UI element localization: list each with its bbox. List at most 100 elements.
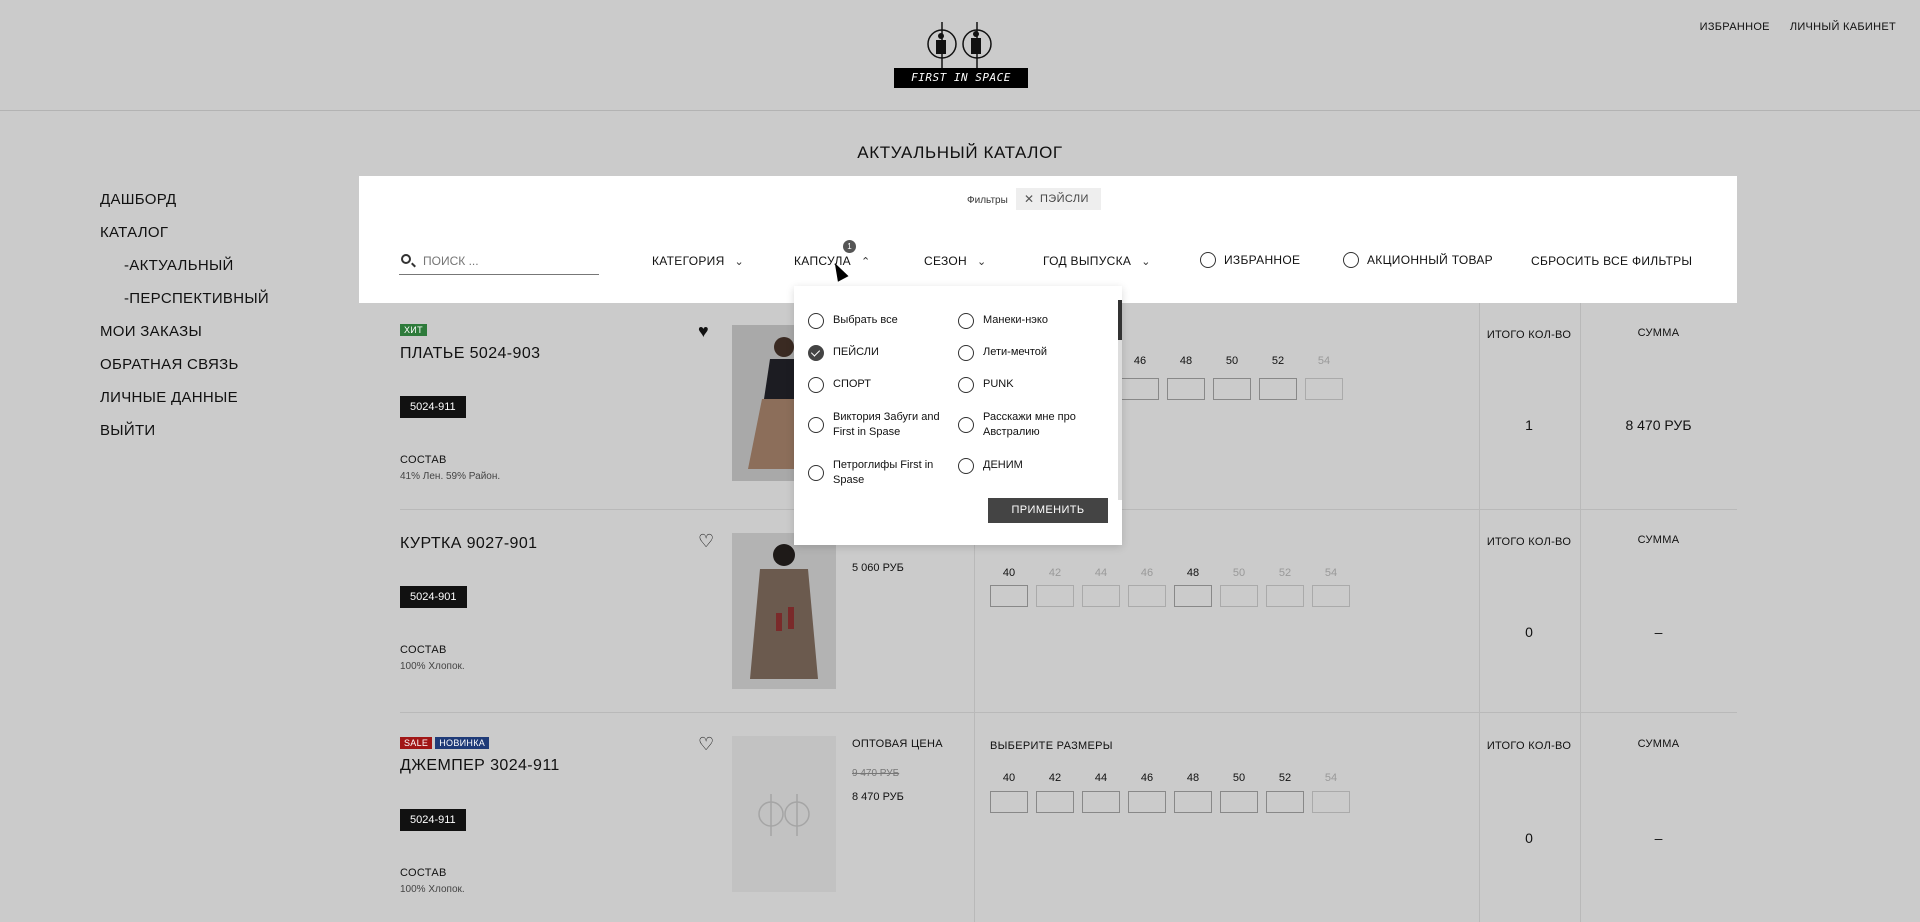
logo-placeholder-icon: [758, 794, 810, 836]
promo-toggle[interactable]: АКЦИОННЫЙ ТОВАР: [1343, 252, 1493, 268]
option-radio[interactable]: [958, 345, 974, 361]
category-dropdown[interactable]: КАТЕГОРИЯ ⌄: [652, 254, 744, 268]
capsule-option[interactable]: Виктория Забуги and First in Spase: [808, 410, 948, 440]
size-qty-input: [1312, 791, 1350, 813]
chevron-down-icon: ⌄: [977, 255, 987, 268]
composition-label: СОСТАВ: [400, 454, 447, 466]
sidebar-item-orders[interactable]: МОИ ЗАКАЗЫ: [100, 322, 269, 355]
option-label: Виктория Забуги and First in Spase: [833, 411, 940, 438]
size-qty-input[interactable]: [990, 791, 1028, 813]
size-qty-input: [1082, 585, 1120, 607]
capsule-options-popup: Выбрать все ПЕЙСЛИ СПОРТ Виктория Забуги…: [794, 286, 1122, 545]
size-qty-input[interactable]: [1121, 378, 1159, 400]
size-qty-input[interactable]: [1266, 791, 1304, 813]
season-label: СЕЗОН: [924, 254, 968, 268]
total-qty-value: 0: [1525, 624, 1533, 640]
size-qty-input[interactable]: [1174, 791, 1212, 813]
favorite-heart-outline-icon[interactable]: ♡: [698, 734, 714, 755]
product-name[interactable]: ПЛАТЬЕ 5024-903: [400, 345, 540, 363]
sidebar-item-dashboard[interactable]: ДАШБОРД: [100, 190, 269, 223]
sum-label: СУММА: [1637, 534, 1680, 546]
size-qty-input[interactable]: [1174, 585, 1212, 607]
search-input[interactable]: [421, 249, 591, 273]
wholesale-label: ОПТОВАЯ ЦЕНА: [852, 738, 943, 750]
capsule-option[interactable]: PUNK: [958, 377, 1098, 393]
sidebar-item-personal-data[interactable]: ЛИЧНЫЕ ДАННЫЕ: [100, 388, 269, 421]
option-radio[interactable]: [808, 313, 824, 329]
size-qty-input[interactable]: [1259, 378, 1297, 400]
favorite-heart-outline-icon[interactable]: ♡: [698, 531, 714, 552]
favorites-link[interactable]: ИЗБРАННОЕ: [1700, 21, 1770, 33]
size-qty-input: [1128, 585, 1166, 607]
size-label: 40: [1002, 772, 1016, 784]
chevron-down-icon: ⌄: [734, 255, 745, 268]
sidebar-item-feedback[interactable]: ОБРАТНАЯ СВЯЗЬ: [100, 355, 269, 388]
sidebar-item-actual[interactable]: -АКТУАЛЬНЫЙ: [100, 256, 269, 289]
size-label: 50: [1232, 567, 1246, 579]
capsule-option[interactable]: Манеки-нэко: [958, 313, 1098, 329]
option-radio[interactable]: [958, 458, 974, 474]
option-radio[interactable]: [958, 417, 974, 433]
sidebar-item-logout[interactable]: ВЫЙТИ: [100, 421, 269, 454]
capsule-option[interactable]: ПЕЙСЛИ: [808, 345, 948, 361]
total-qty-value: 0: [1525, 830, 1533, 846]
favorite-heart-filled-icon[interactable]: ♥: [698, 321, 709, 342]
size-qty-input[interactable]: [1128, 791, 1166, 813]
reset-filters-button[interactable]: СБРОСИТЬ ВСЕ ФИЛЬТРЫ: [1531, 254, 1692, 268]
product-tags: ХИТ: [400, 324, 427, 336]
option-radio[interactable]: [808, 465, 824, 481]
product-name[interactable]: КУРТКА 9027-901: [400, 535, 537, 553]
apply-button[interactable]: ПРИМЕНИТЬ: [988, 498, 1108, 523]
choose-sizes-label: ВЫБЕРИТЕ РАЗМЕРЫ: [990, 740, 1113, 752]
year-dropdown[interactable]: ГОД ВЫПУСКА ⌄: [1043, 254, 1151, 268]
brand-logo[interactable]: FIRST IN SPACE: [894, 18, 1028, 88]
composition-value: 100% Хлопок.: [400, 884, 465, 895]
size-label: 40: [1002, 567, 1016, 579]
article-badge: 5024-901: [400, 586, 467, 608]
capsule-option[interactable]: Петроглифы First in Spase: [808, 458, 948, 488]
scrollbar-thumb[interactable]: [1118, 300, 1122, 340]
size-qty-input: [1312, 585, 1350, 607]
active-filter-label: ПЭЙСЛИ: [1040, 193, 1089, 205]
jacket-photo-icon: [732, 533, 836, 689]
capsule-option[interactable]: Расскажи мне про Австралию: [958, 410, 1098, 440]
chevron-up-icon: ⌃: [860, 255, 871, 268]
product-photo[interactable]: [732, 533, 836, 689]
size-label: 52: [1278, 567, 1292, 579]
old-price: 9 470 РУБ: [852, 768, 900, 779]
column-divider: [974, 713, 975, 922]
option-radio[interactable]: [808, 417, 824, 433]
logo-figures-icon: [927, 22, 992, 68]
sidebar-item-perspective[interactable]: -ПЕРСПЕКТИВНЫЙ: [100, 289, 269, 322]
size-qty-input[interactable]: [1220, 791, 1258, 813]
season-dropdown[interactable]: СЕЗОН ⌄: [924, 254, 987, 268]
size-qty-input[interactable]: [1167, 378, 1205, 400]
size-qty-input[interactable]: [990, 585, 1028, 607]
option-label: Манеки-нэко: [983, 314, 1048, 326]
active-filter-chip[interactable]: ✕ ПЭЙСЛИ: [1016, 188, 1101, 210]
favorites-radio[interactable]: [1200, 252, 1216, 268]
capsule-option[interactable]: Лети-мечтой: [958, 345, 1098, 361]
search-field[interactable]: [399, 249, 599, 275]
product-name[interactable]: ДЖЕМПЕР 3024-911: [400, 757, 560, 775]
account-link[interactable]: ЛИЧНЫЙ КАБИНЕТ: [1790, 21, 1896, 33]
favorites-toggle[interactable]: ИЗБРАННОЕ: [1200, 252, 1300, 268]
option-radio[interactable]: [958, 313, 974, 329]
capsule-option[interactable]: СПОРТ: [808, 377, 948, 393]
size-qty-input[interactable]: [1213, 378, 1251, 400]
sidebar-item-catalog[interactable]: КАТАЛОГ: [100, 223, 269, 256]
option-radio-checked[interactable]: [808, 345, 824, 361]
promo-radio[interactable]: [1343, 252, 1359, 268]
close-icon[interactable]: ✕: [1024, 188, 1034, 210]
size-label: 44: [1094, 567, 1108, 579]
size-qty-input: [1305, 378, 1343, 400]
size-qty-input[interactable]: [1082, 791, 1120, 813]
size-label: 54: [1317, 355, 1331, 367]
product-photo-placeholder[interactable]: [732, 736, 836, 892]
option-radio[interactable]: [808, 377, 824, 393]
capsule-option[interactable]: ДЕНИМ: [958, 458, 1098, 474]
dropdown-scrollbar[interactable]: [1118, 300, 1122, 500]
size-qty-input[interactable]: [1036, 791, 1074, 813]
capsule-option[interactable]: Выбрать все: [808, 313, 948, 329]
option-radio[interactable]: [958, 377, 974, 393]
